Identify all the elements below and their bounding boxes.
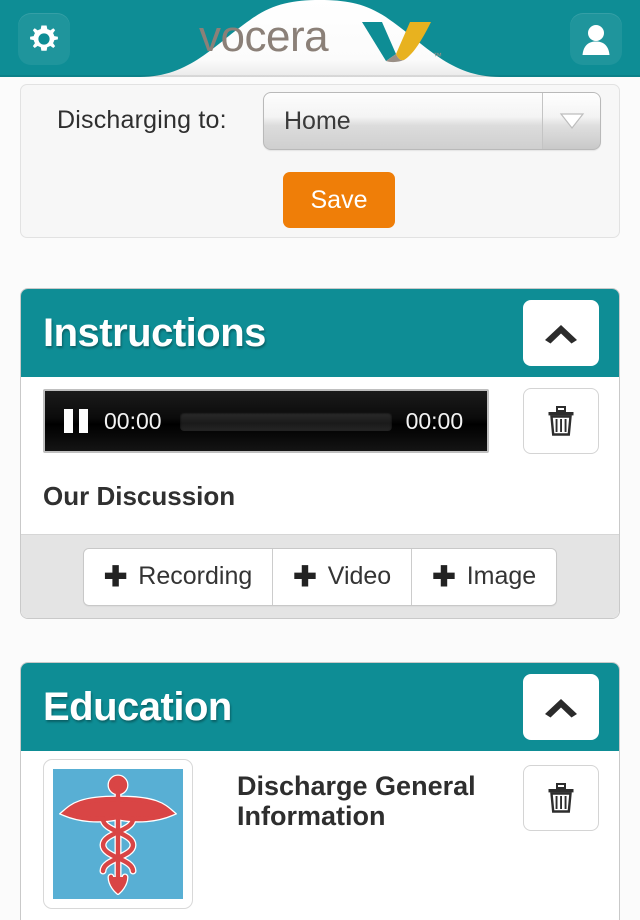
audio-clip-row: 00:00 00:00 <box>21 377 619 477</box>
add-image-button[interactable]: ✚ Image <box>412 548 557 605</box>
audio-total-time: 00:00 <box>405 407 464 434</box>
audio-progress-bar[interactable] <box>179 411 392 431</box>
plus-icon: ✚ <box>293 560 317 592</box>
instructions-collapse-button[interactable] <box>523 300 599 366</box>
chevron-up-icon <box>545 325 577 344</box>
education-thumbnail-image <box>53 769 183 899</box>
education-title: Education <box>43 684 232 729</box>
add-media-button-group: ✚ Recording ✚ Video ✚ Image <box>82 547 558 606</box>
discharge-panel: Discharging to: Home Save <box>20 84 620 238</box>
instructions-footer: ✚ Recording ✚ Video ✚ Image <box>21 534 619 618</box>
pause-icon[interactable] <box>64 409 88 433</box>
discharge-destination-select[interactable]: Home <box>263 92 601 150</box>
instructions-header: Instructions <box>21 289 619 377</box>
trash-icon <box>548 783 574 813</box>
plus-icon: ✚ <box>432 560 456 592</box>
education-header: Education <box>21 663 619 751</box>
audio-current-time: 00:00 <box>104 407 162 434</box>
discharging-to-label: Discharging to: <box>57 106 227 134</box>
vocera-logo: vocera ™ <box>199 14 442 63</box>
education-list-item[interactable]: Discharge General Information <box>21 751 619 920</box>
education-body: Discharge General Information <box>21 751 619 920</box>
add-video-button[interactable]: ✚ Video <box>273 548 413 605</box>
audio-player[interactable]: 00:00 00:00 <box>43 389 489 453</box>
logo-wordmark: vocera <box>199 14 329 61</box>
add-video-label: Video <box>327 562 392 590</box>
add-recording-button[interactable]: ✚ Recording <box>83 548 274 605</box>
delete-education-button[interactable] <box>523 765 599 831</box>
education-item-title: Discharge General Information <box>237 771 476 832</box>
trash-icon <box>548 406 574 436</box>
add-recording-label: Recording <box>138 562 253 590</box>
instructions-body: 00:00 00:00 Our Discussion ✚ Recording ✚… <box>21 377 619 618</box>
app-screen: vocera ™ Discharging to: Home Save Instr… <box>0 0 640 920</box>
app-header: vocera ™ <box>0 0 640 77</box>
education-thumbnail[interactable] <box>43 759 193 909</box>
logo-trademark: ™ <box>433 51 442 61</box>
settings-button[interactable] <box>18 13 70 65</box>
plus-icon: ✚ <box>103 560 128 592</box>
caduceus-icon <box>59 774 177 895</box>
profile-button[interactable] <box>570 13 622 65</box>
education-collapse-button[interactable] <box>523 674 599 740</box>
select-arrow-cell <box>542 93 600 149</box>
chevron-up-icon <box>545 699 577 718</box>
discharge-destination-value: Home <box>284 106 351 135</box>
chevron-down-icon <box>559 113 584 129</box>
gear-icon <box>30 25 58 51</box>
education-card: Education Discharge General Information <box>20 662 620 920</box>
save-button[interactable]: Save <box>283 172 395 228</box>
instructions-card: Instructions 00:00 00:00 Our Discussion … <box>20 288 620 619</box>
instructions-title: Instructions <box>43 310 266 355</box>
add-image-label: Image <box>466 562 537 590</box>
delete-recording-button[interactable] <box>523 388 599 454</box>
clip-title: Our Discussion <box>43 481 236 511</box>
user-avatar-icon <box>582 25 610 55</box>
